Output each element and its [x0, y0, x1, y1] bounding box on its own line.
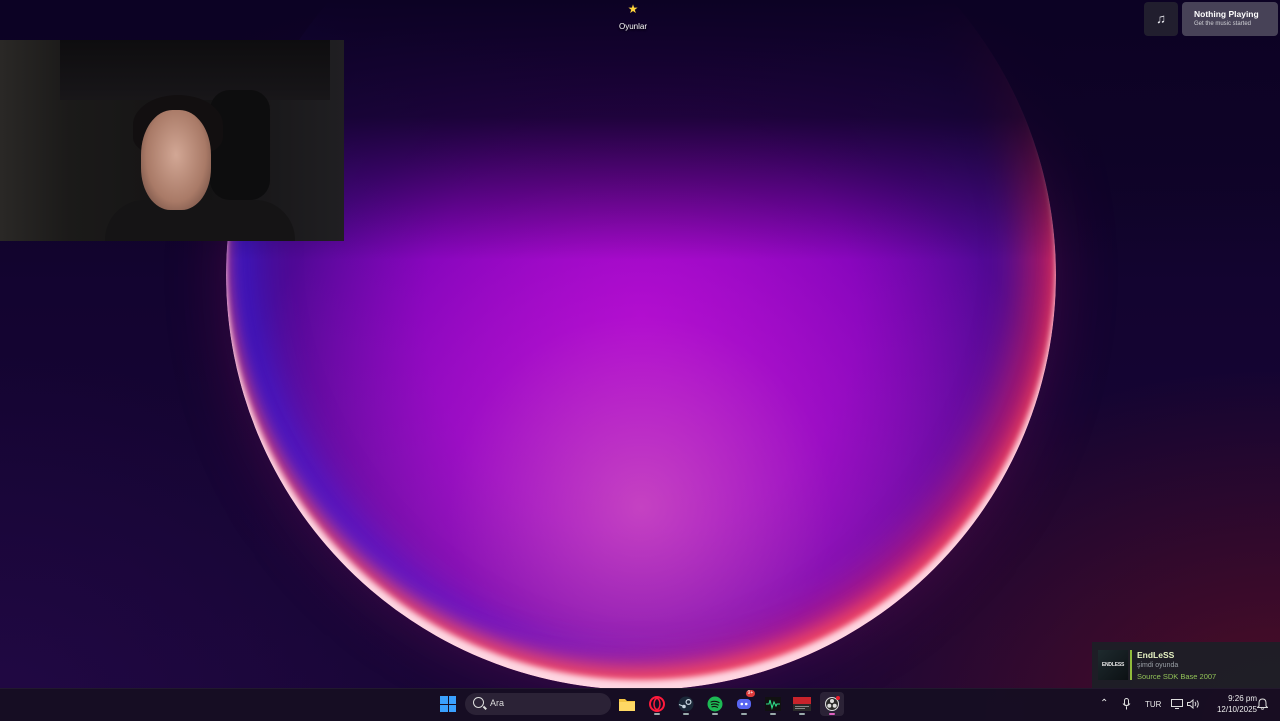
opera-icon: [649, 696, 665, 712]
spotify-icon: [707, 696, 723, 712]
taskbar: [0, 688, 1280, 721]
notification-bell-icon[interactable]: [1257, 698, 1268, 710]
desktop-icon-oyunlar[interactable]: ★ Oyunlar: [604, 3, 662, 34]
friend-name: EndLeSS: [1137, 650, 1175, 660]
discord-badge: 9+: [746, 690, 755, 697]
waveform-icon: [765, 697, 781, 711]
friend-status: şimdi oyunda: [1137, 662, 1179, 669]
music-note-icon[interactable]: ♫: [1144, 2, 1178, 36]
taskbar-search[interactable]: Ara: [465, 693, 611, 715]
taskbar-app-opera-gx[interactable]: [645, 692, 669, 716]
taskbar-clock[interactable]: 9:26 pm 12/10/2025: [1203, 693, 1257, 715]
record-icon: [825, 696, 840, 711]
now-playing-panel[interactable]: Nothing Playing Get the music started: [1182, 2, 1278, 36]
windows-icon: [440, 696, 456, 712]
folder-icon: [619, 699, 635, 711]
music-widget: ♫ Nothing Playing Get the music started: [1144, 2, 1278, 36]
volume-icon[interactable]: [1187, 699, 1200, 709]
chevron-up-icon[interactable]: ⌃: [1100, 698, 1108, 709]
taskbar-app-steam[interactable]: [674, 692, 698, 716]
start-button[interactable]: [436, 692, 460, 716]
search-icon: [473, 697, 484, 708]
desktop-icon-label: Oyunlar: [618, 22, 647, 31]
language-indicator[interactable]: TUR: [1145, 700, 1161, 709]
game-art: ENDLESS: [1098, 650, 1128, 680]
clock-date: 12/10/2025: [1216, 705, 1257, 714]
network-icon[interactable]: [1171, 699, 1183, 709]
taskbar-app-audio-monitor[interactable]: [761, 692, 785, 716]
now-playing-title: Nothing Playing: [1194, 9, 1259, 19]
voice-icon: [793, 697, 811, 711]
discord-icon: [737, 699, 751, 709]
taskbar-app-obs[interactable]: [820, 692, 844, 716]
taskbar-app-file-explorer[interactable]: [615, 692, 639, 716]
friend-game: Source SDK Base 2007: [1137, 672, 1217, 681]
star-icon: ★: [627, 2, 639, 16]
steam-icon: [678, 696, 694, 712]
taskbar-app-spotify[interactable]: [703, 692, 727, 716]
now-playing-subtitle: Get the music started: [1194, 21, 1252, 27]
webcam-overlay: [0, 40, 344, 241]
taskbar-app-discord[interactable]: 9+: [732, 690, 756, 716]
search-placeholder: Ara: [490, 698, 505, 708]
taskbar-app-voice[interactable]: [790, 692, 814, 716]
steam-friend-notification[interactable]: ENDLESS EndLeSS şimdi oyunda Source SDK …: [1092, 642, 1280, 688]
microphone-icon[interactable]: [1122, 698, 1131, 710]
clock-time: 9:26 pm: [1228, 694, 1257, 703]
